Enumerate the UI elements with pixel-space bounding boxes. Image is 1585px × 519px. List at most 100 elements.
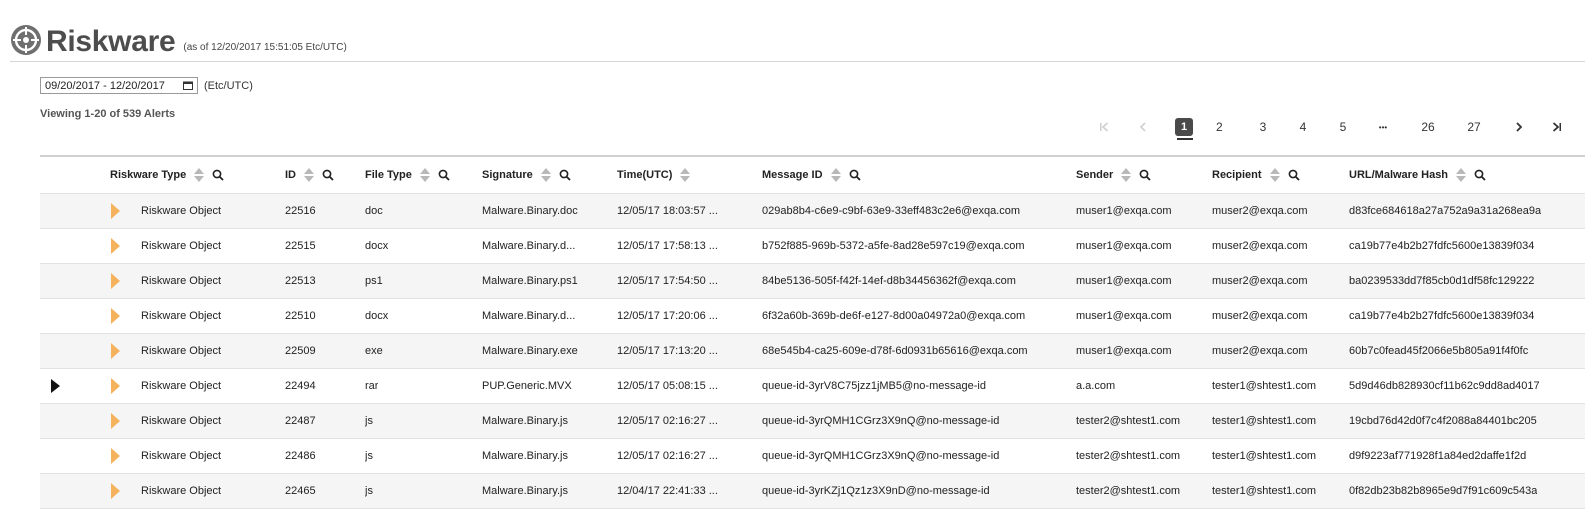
date-range-input[interactable]: 09/20/2017 - 12/20/2017 xyxy=(40,77,198,94)
expand-row-toggle[interactable] xyxy=(111,264,120,298)
sort-icon[interactable] xyxy=(194,168,205,182)
as-of-timestamp: (as of 12/20/2017 15:51:05 Etc/UTC) xyxy=(183,42,347,53)
last-page-button[interactable] xyxy=(1550,114,1564,140)
riskware-type-cell: Riskware Object xyxy=(141,275,222,287)
search-icon[interactable] xyxy=(1288,169,1300,181)
chevron-right-icon xyxy=(1516,122,1523,132)
signature-cell: Malware.Binary.js xyxy=(482,485,568,497)
expand-row-toggle[interactable] xyxy=(111,299,120,333)
hash-cell: 19cbd76d42d0f7c4f2088a84401bc205 xyxy=(1349,415,1537,427)
search-icon[interactable] xyxy=(322,169,334,181)
id-cell: 22487 xyxy=(285,415,316,427)
date-range-filter: 09/20/2017 - 12/20/2017 (Etc/UTC) xyxy=(40,77,253,94)
file-type-cell: js xyxy=(365,485,373,497)
page-button-27[interactable]: 27 xyxy=(1464,114,1484,140)
search-icon[interactable] xyxy=(559,169,571,181)
page-button-1[interactable]: 1 xyxy=(1175,118,1193,136)
hash-cell: 5d9d46db828930cf11b62c9dd8ad4017 xyxy=(1349,380,1540,392)
expand-row-toggle[interactable] xyxy=(111,334,120,368)
column-message-id[interactable]: Message ID xyxy=(762,157,861,193)
page-title: Riskware xyxy=(46,25,176,58)
date-range-value: 09/20/2017 - 12/20/2017 xyxy=(45,79,165,92)
table-row[interactable]: Riskware Object 22516 doc Malware.Binary.do… xyxy=(40,194,1585,229)
prev-page-button[interactable] xyxy=(1136,114,1150,140)
search-icon[interactable] xyxy=(849,169,861,181)
calendar-icon[interactable] xyxy=(183,81,193,90)
hash-cell: d9f9223af771928f1a84ed2daffe1f2d xyxy=(1349,450,1527,462)
column-label: Recipient xyxy=(1212,169,1262,181)
riskware-type-cell: Riskware Object xyxy=(141,205,222,217)
table-row[interactable]: Riskware Object 22465 js Malware.Binary.js 1… xyxy=(40,474,1585,509)
sort-icon[interactable] xyxy=(304,168,314,182)
expand-row-toggle[interactable] xyxy=(111,474,120,508)
id-cell: 22513 xyxy=(285,275,316,287)
column-label: File Type xyxy=(365,169,412,181)
recipient-cell: muser2@exqa.com xyxy=(1212,240,1308,252)
column-sender[interactable]: Sender xyxy=(1076,157,1151,193)
recipient-cell: muser2@exqa.com xyxy=(1212,275,1308,287)
signature-cell: Malware.Binary.d... xyxy=(482,240,576,252)
sort-icon[interactable] xyxy=(1269,168,1280,182)
column-time[interactable]: Time(UTC) xyxy=(617,157,691,193)
sort-icon[interactable] xyxy=(830,168,841,182)
expand-row-toggle[interactable] xyxy=(111,404,120,438)
expand-row-toggle[interactable] xyxy=(111,194,120,228)
orange-triangle-icon xyxy=(111,413,120,429)
sort-icon[interactable] xyxy=(680,168,691,182)
message-id-cell: 84be5136-505f-f42f-14ef-d8b34456362f@exq… xyxy=(762,275,1016,287)
table-row[interactable]: Riskware Object 22513 ps1 Malware.Binary.ps… xyxy=(40,264,1585,299)
table-row[interactable]: Riskware Object 22510 docx Malware.Binary.d… xyxy=(40,299,1585,334)
table-row[interactable]: Riskware Object 22509 exe Malware.Binary.ex… xyxy=(40,334,1585,369)
column-signature[interactable]: Signature xyxy=(482,157,571,193)
column-hash[interactable]: URL/Malware Hash xyxy=(1349,157,1486,193)
column-label: Message ID xyxy=(762,169,823,181)
search-icon[interactable] xyxy=(1139,169,1151,181)
table-row[interactable]: Riskware Object 22486 js Malware.Binary.js 1… xyxy=(40,439,1585,474)
sort-icon[interactable] xyxy=(540,168,551,182)
column-label: Signature xyxy=(482,169,533,181)
page-button-26[interactable]: 26 xyxy=(1418,114,1438,140)
sort-icon[interactable] xyxy=(1121,168,1132,182)
sort-icon[interactable] xyxy=(1456,168,1467,182)
sender-cell: tester2@shtest1.com xyxy=(1076,415,1181,427)
first-page-button[interactable] xyxy=(1097,114,1111,140)
id-cell: 22465 xyxy=(285,485,316,497)
expand-row-toggle[interactable] xyxy=(111,369,120,403)
search-icon[interactable] xyxy=(1474,169,1486,181)
search-icon[interactable] xyxy=(438,169,450,181)
expand-row-toggle[interactable] xyxy=(111,229,120,263)
column-label: Time(UTC) xyxy=(617,169,673,181)
time-cell: 12/05/17 02:16:27 ... xyxy=(617,450,718,462)
page-button-3[interactable]: 3 xyxy=(1256,114,1270,140)
time-cell: 12/05/17 17:54:50 ... xyxy=(617,275,718,287)
column-file-type[interactable]: File Type xyxy=(365,157,450,193)
sort-icon[interactable] xyxy=(419,168,430,182)
header-divider xyxy=(10,61,1585,62)
search-icon[interactable] xyxy=(212,169,224,181)
riskware-type-cell: Riskware Object xyxy=(141,310,222,322)
table-row[interactable]: Riskware Object 22487 js Malware.Binary.js 1… xyxy=(40,404,1585,439)
hash-cell: ba0239533dd7f85cb0d1df58fc129222 xyxy=(1349,275,1535,287)
sender-cell: muser1@exqa.com xyxy=(1076,205,1172,217)
id-cell: 22486 xyxy=(285,450,316,462)
expand-row-toggle[interactable] xyxy=(111,439,120,473)
page-button-5[interactable]: 5 xyxy=(1336,114,1350,140)
id-cell: 22510 xyxy=(285,310,316,322)
sender-cell: tester2@shtest1.com xyxy=(1076,485,1181,497)
page-button-4[interactable]: 4 xyxy=(1296,114,1310,140)
next-page-button[interactable] xyxy=(1512,114,1526,140)
riskware-type-cell: Riskware Object xyxy=(141,485,222,497)
column-label: Riskware Type xyxy=(110,169,187,181)
sender-cell: muser1@exqa.com xyxy=(1076,240,1172,252)
sender-cell: muser1@exqa.com xyxy=(1076,275,1172,287)
orange-triangle-icon xyxy=(111,483,120,499)
riskware-type-cell: Riskware Object xyxy=(141,380,222,392)
page-button-2[interactable]: 2 xyxy=(1216,114,1223,140)
signature-cell: Malware.Binary.d... xyxy=(482,310,576,322)
table-row[interactable]: Riskware Object 22515 docx Malware.Binary.d… xyxy=(40,229,1585,264)
column-recipient[interactable]: Recipient xyxy=(1212,157,1300,193)
table-row[interactable]: Riskware Object 22494 rar PUP.Generic.MVX 12… xyxy=(40,369,1585,404)
column-riskware-type[interactable]: Riskware Type xyxy=(110,157,224,193)
column-id[interactable]: ID xyxy=(285,157,334,193)
signature-cell: PUP.Generic.MVX xyxy=(482,380,572,392)
